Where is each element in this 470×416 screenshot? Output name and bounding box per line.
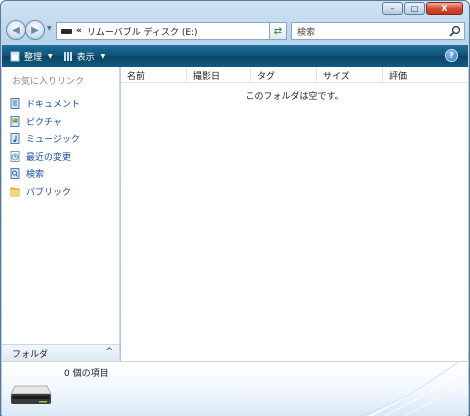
favorite-link-music[interactable]: ミュージック bbox=[10, 130, 80, 148]
views-button[interactable]: 表示 ▼ bbox=[63, 50, 106, 63]
pictures-icon bbox=[10, 115, 20, 127]
organize-button[interactable]: 整理 ▼ bbox=[10, 50, 53, 63]
favorite-link-label: パブリック bbox=[26, 187, 72, 198]
explorer-window: – □ X ◀ ▶ ▼ « リムーバブル ディスク (E:) ▼ ⇄ 検索 bbox=[0, 0, 470, 416]
views-icon bbox=[63, 51, 72, 61]
caption-buttons: – □ X bbox=[382, 2, 463, 15]
column-header-name[interactable]: 名前 bbox=[121, 67, 187, 83]
music-icon bbox=[10, 133, 20, 145]
details-pane: 0 個の項目 bbox=[2, 361, 468, 416]
magnifier-icon[interactable] bbox=[449, 25, 461, 37]
address-bar[interactable]: « リムーバブル ディスク (E:) ▼ bbox=[56, 22, 286, 40]
navigation-pane: お気に入りリンク ドキュメント ピクチャ ミュージック 最近の変更 検索 パブリ… bbox=[2, 67, 120, 361]
search-folder-icon bbox=[10, 168, 20, 180]
search-placeholder: 検索 bbox=[297, 27, 316, 38]
minimize-button[interactable]: – bbox=[382, 2, 403, 15]
documents-icon bbox=[10, 98, 20, 110]
favorite-link-search[interactable]: 検索 bbox=[10, 165, 80, 183]
breadcrumb-chevrons[interactable]: « bbox=[76, 26, 82, 36]
decorative-swoosh bbox=[359, 362, 467, 416]
forward-arrow-icon: ▶ bbox=[31, 24, 39, 36]
forward-button[interactable]: ▶ bbox=[25, 20, 45, 40]
close-button[interactable]: X bbox=[426, 2, 463, 15]
favorite-link-documents[interactable]: ドキュメント bbox=[10, 95, 80, 113]
chevron-down-icon: ▼ bbox=[48, 52, 53, 60]
views-label: 表示 bbox=[76, 52, 95, 63]
help-button[interactable]: ? bbox=[445, 49, 458, 62]
organize-label: 整理 bbox=[24, 52, 43, 63]
recent-changes-icon bbox=[10, 150, 20, 162]
help-icon: ? bbox=[449, 51, 454, 60]
column-headers: 名前 撮影日 タグ サイズ 評価 bbox=[121, 67, 468, 83]
favorite-links-list: ドキュメント ピクチャ ミュージック 最近の変更 検索 パブリック bbox=[10, 95, 80, 200]
favorite-links-heading: お気に入りリンク bbox=[12, 77, 85, 87]
chevron-up-icon: ^ bbox=[105, 347, 113, 357]
public-folder-icon bbox=[10, 187, 20, 197]
maximize-button[interactable]: □ bbox=[404, 2, 425, 15]
command-toolbar: 整理 ▼ 表示 ▼ ? bbox=[2, 45, 468, 67]
item-count: 0 個の項目 bbox=[64, 369, 109, 379]
column-header-date-taken[interactable]: 撮影日 bbox=[187, 67, 251, 83]
empty-folder-message: このフォルダは空です。 bbox=[245, 92, 344, 102]
favorite-link-recent-changes[interactable]: 最近の変更 bbox=[10, 148, 80, 166]
search-input[interactable]: 検索 bbox=[291, 22, 465, 40]
folders-label: フォルダ bbox=[12, 349, 49, 360]
favorite-link-pictures[interactable]: ピクチャ bbox=[10, 113, 80, 131]
recent-pages-dropdown-icon[interactable]: ▼ bbox=[47, 25, 52, 32]
favorite-link-label: 検索 bbox=[26, 170, 45, 181]
favorite-link-label: ドキュメント bbox=[26, 100, 81, 111]
column-header-rating[interactable]: 評価 bbox=[383, 67, 468, 83]
favorite-link-label: ピクチャ bbox=[26, 117, 62, 128]
removable-drive-icon bbox=[10, 385, 52, 404]
favorite-link-public[interactable]: パブリック bbox=[10, 183, 80, 201]
back-button[interactable]: ◀ bbox=[6, 20, 26, 40]
favorite-link-label: 最近の変更 bbox=[26, 152, 72, 163]
back-arrow-icon: ◀ bbox=[12, 24, 20, 36]
chevron-down-icon: ▼ bbox=[100, 52, 106, 60]
address-location[interactable]: リムーバブル ディスク (E:) bbox=[87, 25, 198, 38]
column-header-size[interactable]: サイズ bbox=[317, 67, 383, 83]
column-header-tags[interactable]: タグ bbox=[251, 67, 317, 83]
organize-icon bbox=[10, 51, 20, 61]
refresh-button[interactable]: ⇄ bbox=[269, 22, 287, 40]
refresh-icon: ⇄ bbox=[273, 25, 283, 37]
file-list-pane[interactable]: 名前 撮影日 タグ サイズ 評価 このフォルダは空です。 bbox=[121, 67, 468, 361]
favorite-link-label: ミュージック bbox=[26, 135, 80, 146]
drive-icon bbox=[61, 28, 72, 34]
folders-toggle[interactable]: フォルダ ^ bbox=[2, 344, 120, 361]
